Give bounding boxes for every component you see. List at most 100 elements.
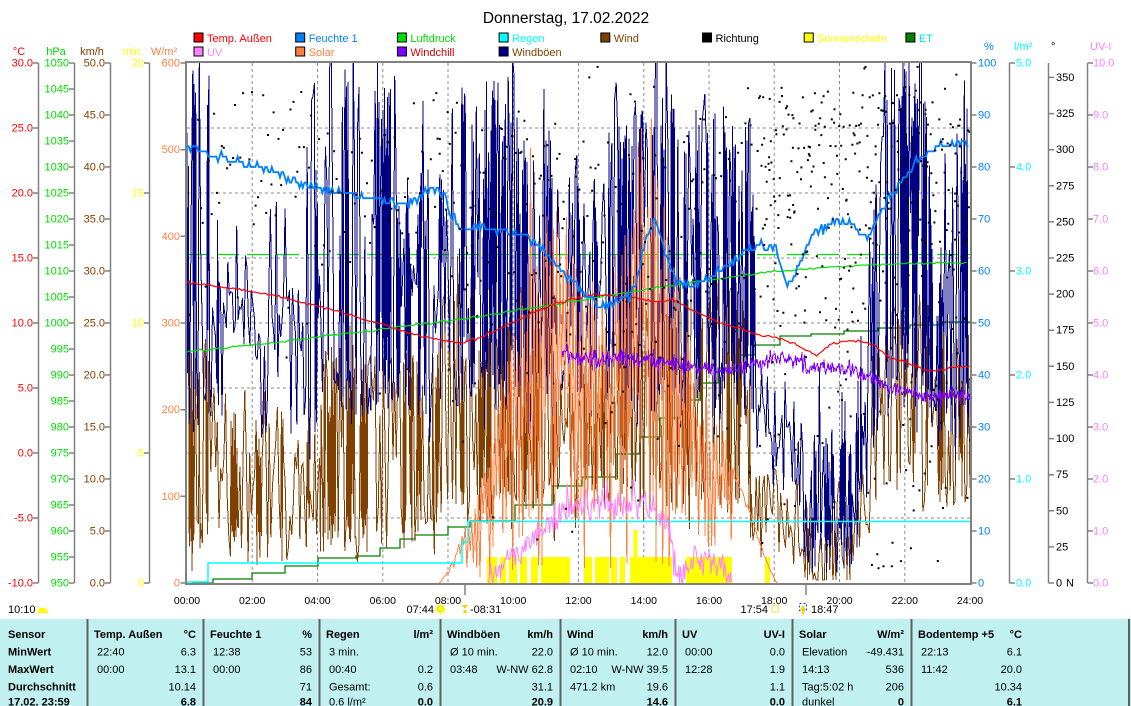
svg-text:3.0: 3.0 <box>1093 422 1108 434</box>
svg-text:MaxWert: MaxWert <box>8 664 54 676</box>
svg-text:6.0: 6.0 <box>1093 266 1108 278</box>
svg-text:1045: 1045 <box>45 84 69 96</box>
svg-text:1040: 1040 <box>45 110 69 122</box>
svg-text:471.2 km: 471.2 km <box>570 682 615 694</box>
svg-text:4.0: 4.0 <box>1016 162 1031 174</box>
svg-text:15.0: 15.0 <box>84 422 105 434</box>
svg-text:150: 150 <box>1056 361 1074 373</box>
svg-text:300: 300 <box>1056 144 1074 156</box>
svg-text:Feuchte 1: Feuchte 1 <box>210 629 261 641</box>
svg-text:2.0: 2.0 <box>1093 474 1108 486</box>
svg-text:7.0: 7.0 <box>1093 214 1108 226</box>
svg-text:14:00: 14:00 <box>631 595 657 607</box>
svg-text:Tag:5:02 h: Tag:5:02 h <box>802 682 853 694</box>
svg-text:10:10: 10:10 <box>8 604 36 616</box>
svg-text:275: 275 <box>1056 180 1074 192</box>
svg-text:Bodentemp +5: Bodentemp +5 <box>918 629 994 641</box>
svg-text:°C: °C <box>13 46 25 58</box>
svg-text:W/m²: W/m² <box>877 629 904 641</box>
svg-text:22:13: 22:13 <box>921 647 949 659</box>
svg-text:50: 50 <box>978 318 990 330</box>
svg-text:Wind: Wind <box>614 33 639 45</box>
svg-text:985: 985 <box>51 396 69 408</box>
svg-text:84: 84 <box>300 697 313 706</box>
svg-text:980: 980 <box>51 422 69 434</box>
svg-text:206: 206 <box>886 682 904 694</box>
svg-text:975: 975 <box>51 448 69 460</box>
svg-text:6.8: 6.8 <box>181 697 196 706</box>
svg-text:1010: 1010 <box>45 266 69 278</box>
svg-text:-08:31: -08:31 <box>470 604 501 616</box>
svg-text:15.0: 15.0 <box>12 253 33 265</box>
svg-text:Wind: Wind <box>567 629 594 641</box>
svg-text:30.0: 30.0 <box>12 58 33 70</box>
svg-text:10:00: 10:00 <box>500 595 526 607</box>
svg-text:04:00: 04:00 <box>304 595 330 607</box>
svg-text:0: 0 <box>898 697 904 706</box>
svg-text:5.0: 5.0 <box>90 526 105 538</box>
svg-text:15: 15 <box>132 188 144 200</box>
svg-text:325: 325 <box>1056 108 1074 120</box>
svg-text:6.1: 6.1 <box>1007 697 1022 706</box>
svg-text:Solar: Solar <box>799 629 827 641</box>
svg-text:40.0: 40.0 <box>84 162 105 174</box>
svg-text:20: 20 <box>978 474 990 486</box>
svg-text:00:40: 00:40 <box>329 664 357 676</box>
svg-text:86: 86 <box>300 664 312 676</box>
svg-text:MinWert: MinWert <box>8 647 52 659</box>
svg-text:100: 100 <box>162 491 180 503</box>
svg-text:Feuchte 1: Feuchte 1 <box>309 33 358 45</box>
svg-text:-10.0: -10.0 <box>8 578 33 590</box>
svg-text:UV-I: UV-I <box>764 629 785 641</box>
svg-text:08:00: 08:00 <box>435 595 461 607</box>
svg-text:30: 30 <box>978 422 990 434</box>
svg-text:10.0: 10.0 <box>1093 58 1114 70</box>
svg-text:10: 10 <box>978 526 990 538</box>
svg-text:dunkel: dunkel <box>802 697 834 706</box>
svg-text:100: 100 <box>1056 433 1074 445</box>
svg-text:71: 71 <box>300 682 312 694</box>
svg-text:13.1: 13.1 <box>175 664 196 676</box>
svg-text:0.6: 0.6 <box>418 682 433 694</box>
svg-text:1050: 1050 <box>45 58 69 70</box>
svg-text:Sensor: Sensor <box>8 629 46 641</box>
svg-text:Windchill: Windchill <box>410 47 454 59</box>
svg-text:Donnerstag, 17.02.2022: Donnerstag, 17.02.2022 <box>483 10 649 27</box>
svg-text:1035: 1035 <box>45 136 69 148</box>
svg-text:25.0: 25.0 <box>84 318 105 330</box>
svg-text:60: 60 <box>978 266 990 278</box>
svg-text:22.0: 22.0 <box>532 647 553 659</box>
svg-text:70: 70 <box>978 214 990 226</box>
svg-text:100: 100 <box>978 58 996 70</box>
svg-text:l/m²: l/m² <box>1014 41 1033 53</box>
svg-text:300: 300 <box>162 318 180 330</box>
svg-text:5.0: 5.0 <box>1016 58 1031 70</box>
svg-text:1000: 1000 <box>45 318 69 330</box>
svg-text:14:13: 14:13 <box>802 664 830 676</box>
svg-text:965: 965 <box>51 500 69 512</box>
svg-text:30.0: 30.0 <box>84 266 105 278</box>
svg-text:0.0: 0.0 <box>90 578 105 590</box>
svg-text:25.0: 25.0 <box>12 123 33 135</box>
svg-text:%: % <box>302 629 312 641</box>
svg-text:500: 500 <box>162 144 180 156</box>
svg-text:200: 200 <box>162 404 180 416</box>
svg-text:11:42: 11:42 <box>921 664 948 676</box>
svg-text:°: ° <box>1051 41 1055 53</box>
svg-text:3 min.: 3 min. <box>329 647 359 659</box>
svg-text:1020: 1020 <box>45 214 69 226</box>
svg-text:0.0: 0.0 <box>18 448 33 460</box>
svg-text:06:00: 06:00 <box>370 595 396 607</box>
svg-text:50: 50 <box>1056 505 1068 517</box>
svg-text:5: 5 <box>138 448 144 460</box>
svg-text:km/h: km/h <box>642 629 668 641</box>
svg-text:Richtung: Richtung <box>716 33 759 45</box>
svg-text:955: 955 <box>51 552 69 564</box>
svg-text:950: 950 <box>51 578 69 590</box>
svg-text:400: 400 <box>162 231 180 243</box>
svg-text:Windböen: Windböen <box>512 47 562 59</box>
svg-text:1030: 1030 <box>45 162 69 174</box>
svg-text:53: 53 <box>300 647 312 659</box>
svg-text:10: 10 <box>132 318 144 330</box>
svg-text:0: 0 <box>978 578 984 590</box>
